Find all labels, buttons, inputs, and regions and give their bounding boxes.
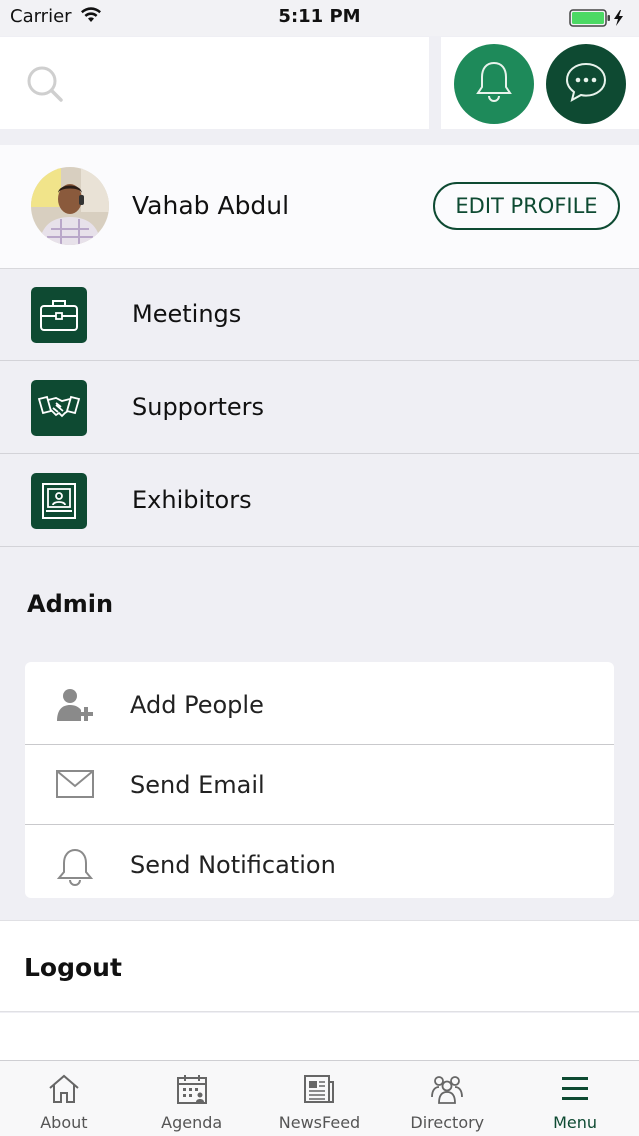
tab-bar: About Agenda NewsFeed Directory Menu (0, 1060, 639, 1136)
menu-item-exhibitors[interactable]: Exhibitors (0, 455, 639, 547)
admin-item-label: Send Email (130, 771, 265, 799)
briefcase-icon (31, 287, 87, 343)
menu-item-supporters[interactable]: Supporters (0, 362, 639, 454)
newspaper-icon (302, 1073, 336, 1109)
profile-name: Vahab Abdul (132, 191, 290, 220)
bell-icon (55, 847, 95, 891)
admin-card: Add People Send Email Send Notification (25, 662, 614, 898)
envelope-icon (55, 767, 95, 805)
menu-item-meetings[interactable]: Meetings (0, 269, 639, 361)
tab-label: Menu (553, 1113, 598, 1132)
clock: 5:11 PM (278, 6, 361, 27)
tab-agenda[interactable]: Agenda (128, 1061, 256, 1136)
bell-icon (474, 60, 514, 108)
avatar[interactable] (31, 167, 109, 245)
menu-item-label: Supporters (132, 393, 265, 421)
spacer (0, 1013, 639, 1060)
search-icon (26, 65, 64, 107)
tab-about[interactable]: About (0, 1061, 128, 1136)
messages-button[interactable] (546, 44, 626, 124)
hamburger-icon (559, 1073, 591, 1109)
people-icon (429, 1073, 465, 1109)
calendar-icon (176, 1073, 208, 1109)
status-bar: Carrier 5:11 PM (0, 0, 639, 36)
search-bar (0, 37, 429, 129)
notifications-button[interactable] (454, 44, 534, 124)
booth-icon (31, 473, 87, 529)
tab-label: Directory (410, 1113, 485, 1132)
add-person-icon (55, 687, 95, 727)
admin-item-label: Add People (130, 691, 264, 719)
tab-newsfeed[interactable]: NewsFeed (256, 1061, 384, 1136)
header-actions (441, 37, 639, 129)
chat-bubble-icon (564, 60, 608, 108)
menu-item-label: Exhibitors (132, 486, 252, 514)
battery-icon (569, 8, 627, 32)
profile-section: Vahab Abdul EDIT PROFILE (0, 145, 639, 269)
admin-item-label: Send Notification (130, 851, 336, 879)
tab-label: Agenda (161, 1113, 223, 1132)
admin-item-send-notification[interactable]: Send Notification (25, 825, 614, 905)
menu-item-label: Meetings (132, 300, 242, 328)
search-input[interactable] (74, 63, 414, 103)
logout-button[interactable]: Logout (0, 920, 639, 1012)
home-icon (47, 1073, 81, 1109)
admin-item-send-email[interactable]: Send Email (25, 745, 614, 825)
tab-menu[interactable]: Menu (511, 1061, 639, 1136)
admin-item-add-people[interactable]: Add People (25, 665, 614, 745)
logout-label: Logout (24, 953, 122, 982)
handshake-icon (31, 380, 87, 436)
tab-directory[interactable]: Directory (383, 1061, 511, 1136)
tab-label: About (40, 1113, 88, 1132)
admin-section-title: Admin (27, 590, 114, 618)
edit-profile-button[interactable]: EDIT PROFILE (433, 182, 620, 230)
tab-label: NewsFeed (278, 1113, 361, 1132)
